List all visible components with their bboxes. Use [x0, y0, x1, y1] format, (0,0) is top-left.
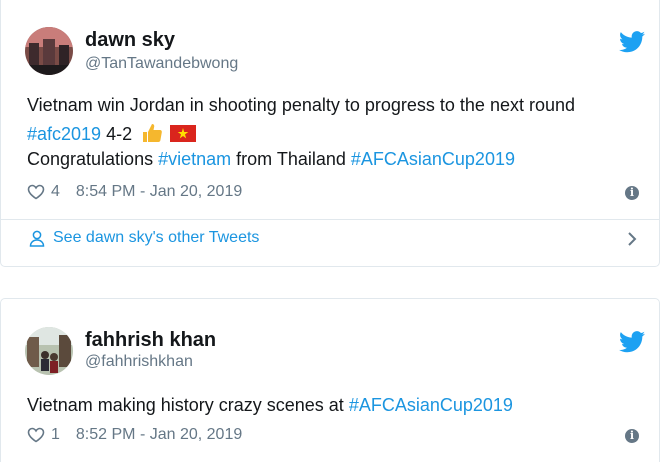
display-name[interactable]: dawn sky — [85, 29, 175, 52]
info-icon[interactable]: i — [625, 429, 639, 443]
like-count[interactable]: 4 — [51, 183, 60, 201]
twitter-bird-icon[interactable] — [619, 331, 645, 353]
tweet-text: 4-2 — [101, 124, 133, 144]
hashtag-link[interactable]: #AFCAsianCup2019 — [349, 395, 513, 415]
twitter-bird-icon[interactable] — [619, 31, 645, 53]
tweet-text-line-2: #afc2019 4-2 — [27, 123, 197, 145]
hashtag-link[interactable]: #AFCAsianCup2019 — [351, 149, 515, 169]
tweet-meta: 1 8:52 PM - Jan 20, 2019 — [27, 426, 242, 444]
divider — [1, 219, 659, 220]
heart-icon[interactable] — [27, 427, 45, 443]
hashtag-link[interactable]: #afc2019 — [27, 124, 101, 144]
tweet-text: Vietnam making history crazy scenes at — [27, 395, 349, 415]
heart-icon[interactable] — [27, 184, 45, 200]
chevron-right-icon[interactable] — [627, 231, 637, 247]
vietnam-flag-emoji — [170, 125, 197, 142]
tweet-text-line-1: Vietnam win Jordan in shooting penalty t… — [27, 95, 575, 116]
tweet-text: from Thailand — [231, 149, 351, 169]
tweet-meta: 4 8:54 PM - Jan 20, 2019 — [27, 183, 242, 201]
timestamp-link[interactable]: 8:52 PM - Jan 20, 2019 — [76, 426, 242, 444]
display-name[interactable]: fahhrish khan — [85, 329, 216, 352]
info-icon[interactable]: i — [625, 186, 639, 200]
tweet-text-line-3: Congratulations #vietnam from Thailand #… — [27, 149, 515, 170]
user-icon — [29, 230, 45, 247]
see-other-tweets-link[interactable]: See dawn sky's other Tweets — [29, 229, 259, 247]
avatar[interactable] — [25, 327, 73, 375]
thumbs-up-emoji — [143, 124, 162, 142]
tweet-text-line-1: Vietnam making history crazy scenes at #… — [27, 395, 513, 416]
tweet-card-dawn-sky: dawn sky @TanTawandebwong Vietnam win Jo… — [0, 0, 660, 267]
timestamp-link[interactable]: 8:54 PM - Jan 20, 2019 — [76, 183, 242, 201]
user-handle[interactable]: @TanTawandebwong — [85, 55, 238, 73]
tweet-text: Congratulations — [27, 149, 159, 169]
avatar[interactable] — [25, 27, 73, 75]
like-count[interactable]: 1 — [51, 426, 60, 444]
tweet-card-fahhrish-khan: fahhrish khan @fahhrishkhan Vietnam maki… — [0, 298, 660, 462]
see-other-tweets-label: See dawn sky's other Tweets — [53, 229, 260, 246]
user-handle[interactable]: @fahhrishkhan — [85, 353, 193, 371]
hashtag-link[interactable]: #vietnam — [158, 149, 231, 169]
tweet-text: Vietnam win Jordan in shooting penalty t… — [27, 95, 576, 115]
